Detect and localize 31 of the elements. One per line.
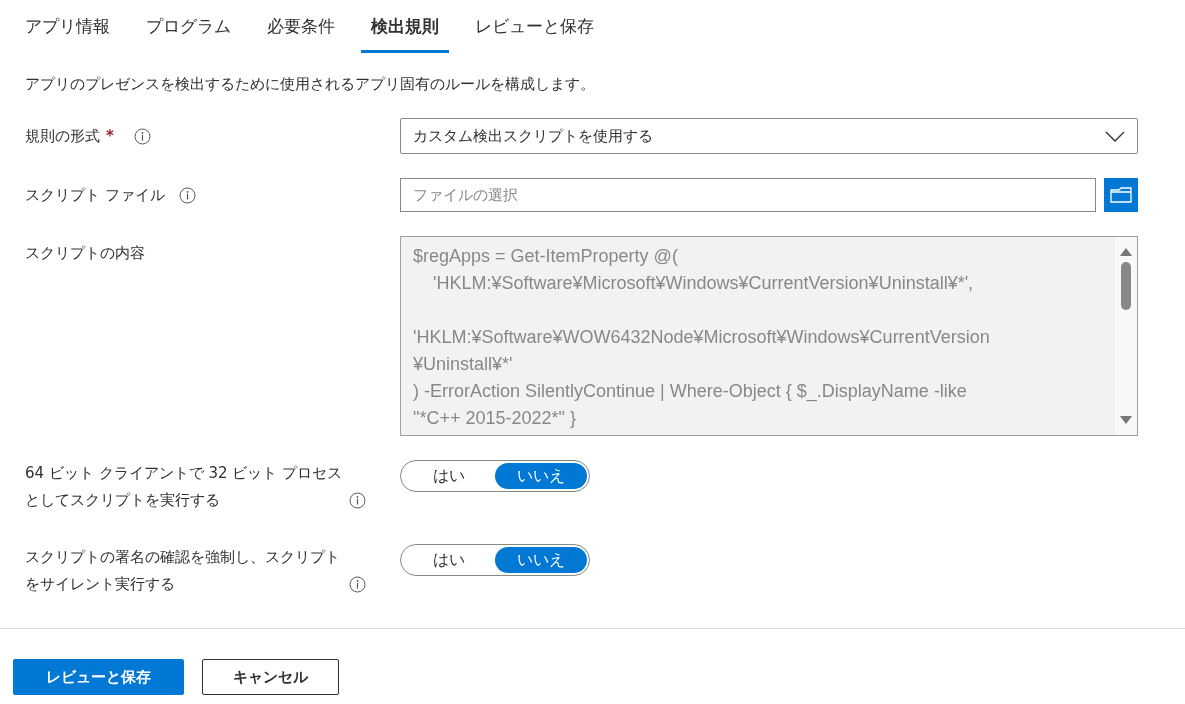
tab[interactable]: レビューと保存 <box>465 0 604 53</box>
cancel-button[interactable]: キャンセル <box>202 659 339 695</box>
info-icon[interactable] <box>178 186 196 204</box>
toggle-option[interactable]: いいえ <box>495 463 587 489</box>
tab[interactable]: プログラム <box>136 0 241 53</box>
file-input-field[interactable]: ファイルの選択 <box>400 178 1096 212</box>
folder-icon <box>1110 187 1132 203</box>
field-label: スクリプトの内容 <box>25 244 145 263</box>
field-label: スクリプトの署名の確認を強制し、スクリプトをサイレント実行する <box>25 547 341 595</box>
scrollbar[interactable] <box>1115 237 1137 435</box>
info-icon[interactable] <box>133 127 151 145</box>
toggle-option[interactable]: はい <box>403 547 495 573</box>
info-icon[interactable] <box>349 492 366 509</box>
scrollbar-thumb[interactable] <box>1121 262 1131 310</box>
tab[interactable]: 検出規則 <box>361 0 449 53</box>
field-label: 64 ビット クライアントで 32 ビット プロセスとしてスクリプトを実行する <box>25 463 343 511</box>
scroll-up-icon[interactable] <box>1120 247 1132 256</box>
folder-button[interactable] <box>1104 178 1138 212</box>
toggle-option[interactable]: はい <box>403 463 495 489</box>
field-label: 規則の形式 <box>25 126 100 146</box>
info-icon[interactable] <box>349 576 366 593</box>
review-save-button[interactable]: レビューと保存 <box>13 659 184 695</box>
chevron-down-icon <box>1105 130 1125 142</box>
rule-format-dropdown[interactable]: カスタム検出スクリプトを使用する <box>400 118 1138 154</box>
toggle-option[interactable]: いいえ <box>495 547 587 573</box>
tab[interactable]: 必要条件 <box>257 0 345 53</box>
required-mark: * <box>106 127 114 145</box>
field-label: スクリプト ファイル <box>25 185 165 205</box>
tab[interactable]: アプリ情報 <box>15 0 120 53</box>
description-text: アプリのプレゼンスを検出するために使用されるアプリ固有のルールを構成します。 <box>25 75 596 94</box>
scroll-down-icon[interactable] <box>1120 416 1132 425</box>
